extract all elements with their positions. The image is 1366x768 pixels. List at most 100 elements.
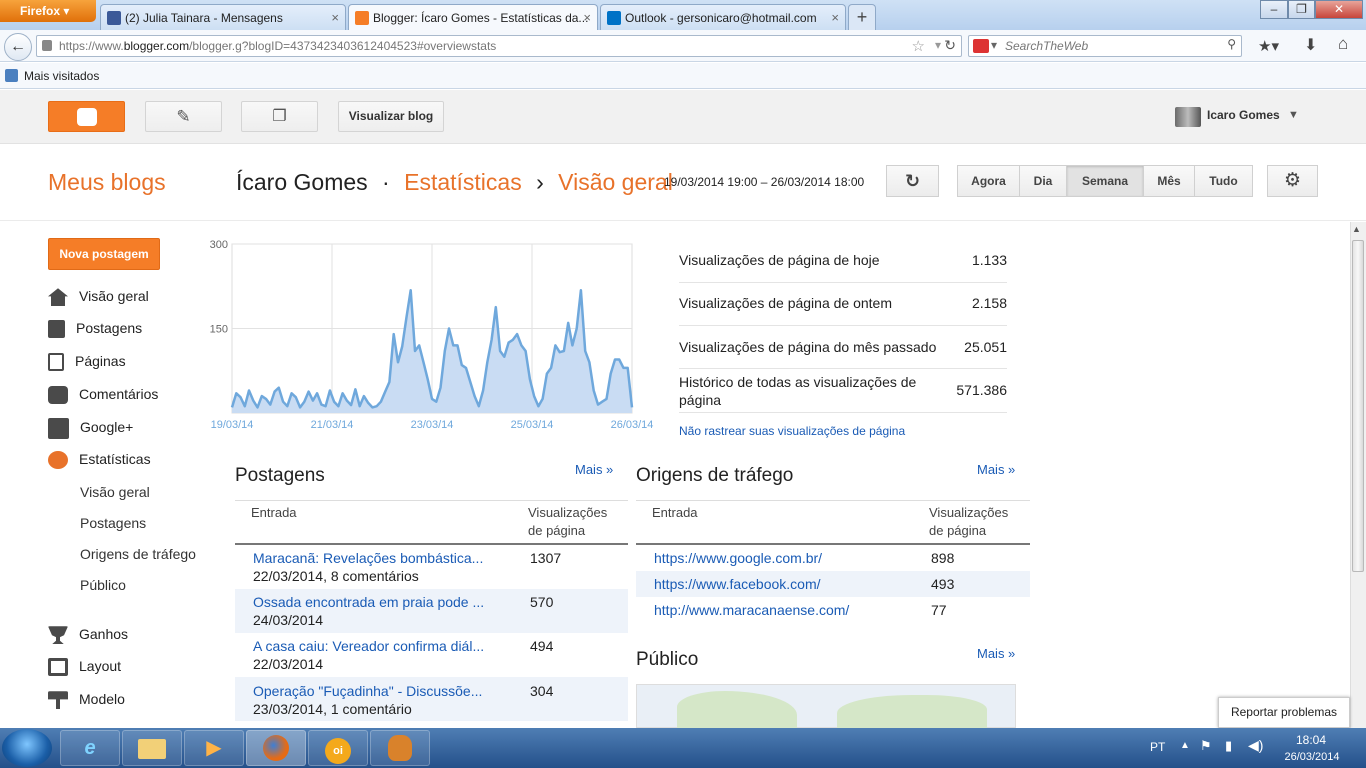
clock-date[interactable]: 26/03/2014 [1278, 751, 1346, 763]
user-name[interactable]: Icaro Gomes [1207, 108, 1280, 122]
firefox-menu-button[interactable]: Firefox ▾ [0, 0, 96, 22]
view-blog-button[interactable]: Visualizar blog [338, 101, 444, 132]
referrer-link[interactable]: https://www.facebook.com/ [654, 576, 821, 592]
back-button[interactable]: ← [4, 33, 32, 61]
chevron-down-icon[interactable]: ▼ [1288, 109, 1299, 121]
sidebar-item-stats[interactable]: Estatísticas [48, 451, 151, 470]
stat-row-all-time: Histórico de todas as visualizações de p… [679, 369, 1007, 413]
show-hidden-icons[interactable]: ▲ [1180, 740, 1190, 751]
tab-label: Blogger: Ícaro Gomes - Estatísticas da..… [373, 11, 589, 25]
firefox-taskbar-icon[interactable] [246, 730, 306, 766]
blogger-logo-button[interactable] [48, 101, 125, 132]
sidebar-item-pages[interactable]: Páginas [48, 353, 126, 372]
breadcrumb-stats[interactable]: Estatísticas [404, 169, 522, 195]
column-header-views: Visualizações de página [929, 505, 1009, 538]
range-now[interactable]: Agora [957, 165, 1020, 197]
outlook-icon [607, 11, 621, 25]
tab-facebook[interactable]: (2) Julia Tainara - Mensagens × [100, 4, 346, 30]
audience-section-title: Público [636, 649, 699, 670]
referrer-link[interactable]: https://www.google.com.br/ [654, 550, 822, 566]
report-problems-button[interactable]: Reportar problemas [1218, 697, 1350, 728]
tab-outlook[interactable]: Outlook - gersonicaro@hotmail.com × [600, 4, 846, 30]
download-icon[interactable]: ⬇ [1304, 35, 1317, 55]
close-icon[interactable]: × [831, 10, 839, 25]
sidebar-item-template[interactable]: Modelo [48, 691, 125, 710]
sidebar-item-google-plus[interactable]: Google+ [48, 418, 133, 439]
bookmark-most-visited[interactable]: Mais visitados [24, 69, 99, 83]
reload-icon[interactable]: ↻ [944, 37, 956, 54]
search-engine-icon[interactable] [973, 39, 989, 53]
home-icon[interactable]: ⌂ [1338, 34, 1348, 54]
breadcrumb-blog[interactable]: Ícaro Gomes [236, 169, 368, 195]
audience-world-map[interactable] [636, 684, 1016, 731]
media-player-icon[interactable]: ▶ [184, 730, 244, 766]
tab-blogger[interactable]: Blogger: Ícaro Gomes - Estatísticas da..… [348, 4, 598, 30]
refresh-button[interactable]: ↻ [886, 165, 939, 197]
pages-icon [48, 353, 64, 372]
address-bar[interactable]: https://www.blogger.com/blogger.g?blogID… [36, 35, 962, 57]
windows-start-button[interactable] [2, 729, 52, 767]
settings-button[interactable]: ⚙ [1267, 165, 1318, 197]
post-title-link[interactable]: A casa caiu: Vereador confirma diál... [253, 638, 484, 654]
subnav-traffic-sources[interactable]: Origens de tráfego [80, 546, 196, 562]
referrer-link[interactable]: http://www.maracanaense.com/ [654, 602, 849, 618]
close-window-button[interactable]: ✕ [1315, 0, 1363, 19]
close-icon[interactable]: × [583, 10, 591, 25]
chart-x-tick-label: 25/03/14 [511, 419, 554, 431]
tab-label: Outlook - gersonicaro@hotmail.com [625, 11, 817, 25]
post-title-link[interactable]: Maracanã: Revelações bombástica... [253, 550, 483, 566]
subnav-posts[interactable]: Postagens [80, 515, 146, 531]
posts-list-button[interactable]: ❐ [241, 101, 318, 132]
new-post-button[interactable]: Nova postagem [48, 238, 160, 270]
traffic-more-link[interactable]: Mais » [977, 462, 1015, 477]
sidebar-item-posts[interactable]: Postagens [48, 320, 142, 339]
post-meta: 23/03/2014, 1 comentário [253, 701, 412, 717]
glove-app-icon[interactable] [370, 730, 430, 766]
close-icon[interactable]: × [331, 10, 339, 25]
subnav-audience[interactable]: Público [80, 577, 126, 593]
clock-time[interactable]: 18:04 [1282, 733, 1340, 747]
dont-track-link[interactable]: Não rastrear suas visualizações de págin… [679, 424, 905, 438]
column-header-entry: Entrada [251, 505, 297, 520]
facebook-icon [107, 11, 121, 25]
post-title-link[interactable]: Operação "Fuçadinha" - Discussõe... [253, 683, 482, 699]
battery-icon[interactable]: ▮ [1225, 738, 1232, 754]
search-input[interactable]: ▾ SearchTheWeb ⚲ [968, 35, 1242, 57]
bookmarks-menu-icon[interactable]: ★▾ [1258, 37, 1279, 55]
internet-explorer-icon[interactable]: e [60, 730, 120, 766]
volume-icon[interactable]: ◀) [1248, 737, 1263, 754]
oi-app-icon[interactable]: oi [308, 730, 368, 766]
breadcrumb-overview[interactable]: Visão geral [558, 169, 673, 195]
sidebar-item-layout[interactable]: Layout [48, 658, 121, 677]
scroll-up-icon[interactable]: ▲ [1352, 224, 1361, 234]
range-month[interactable]: Mês [1143, 165, 1195, 197]
sidebar-item-overview[interactable]: Visão geral [48, 288, 149, 307]
avatar[interactable] [1175, 107, 1201, 127]
range-week[interactable]: Semana [1066, 165, 1144, 197]
range-day[interactable]: Dia [1019, 165, 1067, 197]
range-all[interactable]: Tudo [1194, 165, 1253, 197]
post-title-link[interactable]: Ossada encontrada em praia pode ... [253, 594, 484, 610]
my-blogs-link[interactable]: Meus blogs [48, 169, 166, 196]
sidebar-item-comments[interactable]: Comentários [48, 386, 158, 405]
url-domain: blogger.com [123, 39, 190, 53]
pageviews-chart[interactable]: 300 150 19/03/14 21/03/14 23/03/14 25/03/14 26… [200, 232, 660, 437]
dropdown-icon[interactable]: ▾ [935, 38, 941, 52]
minimize-button[interactable]: – [1260, 0, 1288, 19]
language-indicator[interactable]: PT [1150, 740, 1165, 754]
subnav-overview[interactable]: Visão geral [80, 484, 150, 500]
search-icon[interactable]: ⚲ [1227, 37, 1236, 51]
audience-more-link[interactable]: Mais » [977, 646, 1015, 661]
posts-more-link[interactable]: Mais » [575, 462, 613, 477]
flag-icon[interactable]: ⚑ [1200, 738, 1212, 754]
file-explorer-icon[interactable] [122, 730, 182, 766]
chevron-down-icon[interactable]: ▾ [991, 38, 997, 52]
new-post-pencil-button[interactable]: ✎ [145, 101, 222, 132]
new-tab-button[interactable]: + [848, 4, 876, 30]
scrollbar-thumb[interactable] [1352, 240, 1364, 572]
maximize-button[interactable]: ❐ [1288, 0, 1315, 19]
chart-x-tick-label: 26/03/14 [611, 419, 654, 431]
sidebar-item-earnings[interactable]: Ganhos [48, 626, 128, 645]
referrer-views: 493 [931, 576, 955, 592]
star-icon[interactable]: ☆ [912, 37, 925, 55]
